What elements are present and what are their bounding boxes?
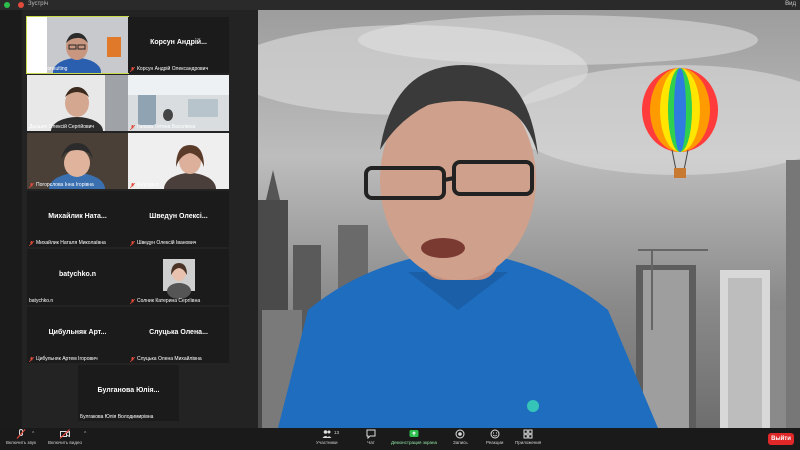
share-screen-button[interactable]: Демонстрация экрана [391,429,437,445]
participant-display-name: Михайлик Ната... [48,213,107,220]
record-button[interactable]: Запись [453,429,468,445]
participant-tile[interactable]: Дьошин Олексій Сергійович [27,75,128,131]
view-button[interactable]: Вид [785,1,796,7]
mic-muted-icon [16,429,26,439]
participant-name: Дьошин Олексій Сергійович [29,124,95,130]
participant-name: Корсун Андрій Олександрович [137,66,209,72]
participant-video [128,133,229,189]
participant-tile[interactable]: Галаза Тетяна Василівна [128,75,229,131]
mic-muted-icon [130,356,135,362]
recording-dot-icon [18,2,24,8]
mic-muted-icon [29,356,34,362]
participant-tile[interactable]: Шведун Олексі... Шведун Олексій Іванович [128,191,229,247]
participant-name: Цибульняк Артем Ігорович [36,356,98,362]
record-icon [455,429,465,439]
share-screen-icon [409,430,419,437]
participant-tile[interactable]: iGryuga.n [128,133,229,189]
participant-tile[interactable]: Михайлик Ната... Михайлик Наталя Миколаї… [27,191,128,247]
participant-tile[interactable]: Булганова Юлія... Булгакова Юлія Володим… [78,365,179,421]
mic-muted-icon [130,182,135,188]
mic-muted-icon [130,66,135,72]
mic-muted-icon [130,298,135,304]
participant-name: iGryuga.n [137,182,159,188]
mic-muted-icon [130,124,135,130]
start-video-button[interactable]: Включить видео [48,429,82,445]
apps-button[interactable]: Приложения [515,429,541,445]
apps-icon [523,429,533,439]
participant-photo [163,259,195,299]
participant-tile[interactable]: Цибульняк Арт... Цибульняк Артем Ігорови… [27,307,128,363]
video-options-chevron-icon[interactable]: ^ [84,431,86,437]
participant-tile[interactable]: Погорєлова Інна Ігорівна [27,133,128,189]
participants-icon [322,430,332,438]
participant-name: Слуцька Олена Михайлівна [137,356,202,362]
participant-name: batychko.n [29,298,54,304]
leave-meeting-button[interactable]: Выйти [768,433,794,445]
mic-muted-icon [29,182,34,188]
participant-tile[interactable]: Корсун Андрій... Корсун Андрій Олександр… [128,17,229,73]
participant-name: Михайлик Наталя Миколаївна [36,240,106,246]
window-title: Зустріч [28,1,49,7]
mic-muted-icon [130,240,135,246]
participant-display-name: Слуцька Олена... [149,329,208,336]
participant-name: ЮРІЯ Consulting [29,66,68,72]
participant-video [27,75,128,131]
participants-count: 13 [334,430,340,435]
participant-name: Булгакова Юлія Володимирівна [80,414,154,420]
participant-name: Шведун Олексій Іванович [137,240,197,246]
camera-off-icon [59,429,70,439]
chat-icon [366,429,376,439]
participant-video [128,75,229,131]
participant-tile[interactable]: Слуцька Олена... Слуцька Олена Михайлівн… [128,307,229,363]
participant-display-name: Шведун Олексі... [149,213,208,220]
participant-display-name: batychko.n [59,271,96,278]
participant-tile[interactable]: Солник Катерина Сергіївна [128,249,229,305]
reactions-icon [490,429,500,439]
participant-name: Галаза Тетяна Василівна [137,124,196,130]
active-speaker-video [258,10,800,428]
gallery-left-strip [0,10,22,428]
participant-name: Солник Катерина Сергіївна [137,298,201,304]
audio-options-chevron-icon[interactable]: ^ [32,431,34,437]
participant-video [27,133,128,189]
title-bar: Зустріч Вид [0,0,800,10]
zoom-window: Зустріч Вид ЮРІЯ Consulting Корсун Андрі… [0,0,800,450]
participant-tile[interactable]: batychko.n batychko.n [27,249,128,305]
mic-muted-icon [29,240,34,246]
participant-name: Погорєлова Інна Ігорівна [36,182,94,188]
reactions-button[interactable]: Реакции [486,429,503,445]
participant-video [27,17,128,73]
participant-tile[interactable]: ЮРІЯ Consulting [26,16,129,74]
participant-display-name: Корсун Андрій... [150,39,207,46]
security-shield-icon[interactable] [4,2,10,8]
speaker-scene [258,15,800,428]
chat-button[interactable]: Чат [366,429,376,445]
meeting-toolbar: Включить звук ^ Включить видео ^ Участни… [0,428,800,450]
participant-display-name: Цибульняк Арт... [48,329,107,336]
participant-display-name: Булганова Юлія... [97,387,160,394]
